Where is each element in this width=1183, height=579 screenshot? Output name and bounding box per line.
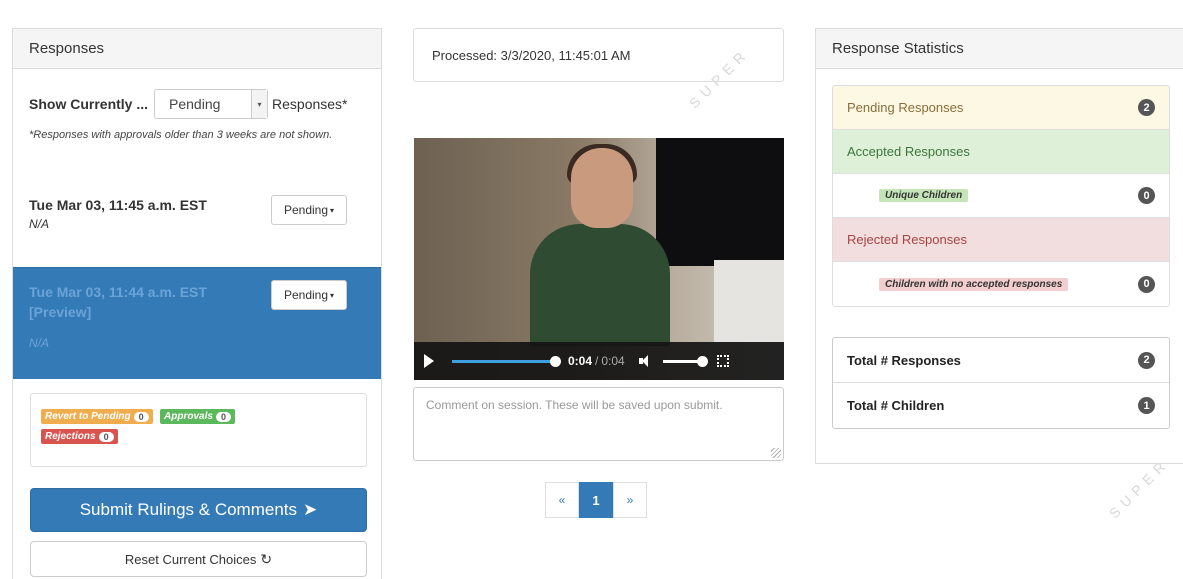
count-badge: 1 (1138, 397, 1155, 414)
comment-placeholder: Comment on session. These will be saved … (426, 398, 723, 412)
ruling-summary: Revert to Pending 0 Approvals 0 Rejections… (30, 393, 367, 467)
reset-choices-button[interactable]: Reset Current Choices ↻ (30, 541, 367, 577)
fullscreen-icon[interactable] (716, 355, 729, 367)
pagination: « 1 » (545, 482, 647, 518)
submit-label: Submit Rulings & Comments (79, 500, 298, 519)
filter-suffix: Responses* (272, 96, 348, 112)
response-date: Tue Mar 03, 11:44 a.m. EST [Preview] (29, 284, 207, 320)
response-list-item-selected[interactable]: Tue Mar 03, 11:44 a.m. EST [Preview] N/A… (13, 267, 381, 379)
total-children: Total # Children 1 (833, 383, 1169, 428)
video-time-separator: / (595, 354, 599, 368)
caret-down-icon: ▾ (330, 205, 335, 215)
session-video-player[interactable]: 0:04 / 0:04 (414, 138, 784, 380)
filter-note: *Responses with approvals older than 3 w… (29, 129, 333, 141)
refresh-icon: ↻ (260, 550, 273, 567)
rejections-tag: Rejections 0 (41, 429, 118, 444)
stat-rejected-responses: Rejected Responses (833, 218, 1169, 262)
response-status-label: Pending (283, 288, 329, 302)
response-statistics-panel: Response Statistics Pending Responses 2 A… (815, 28, 1183, 464)
count-badge: 2 (1138, 99, 1155, 116)
session-comment-textarea[interactable]: Comment on session. These will be saved … (413, 387, 784, 461)
submit-rulings-button[interactable]: Submit Rulings & Comments ➤ (30, 488, 367, 532)
totals-list: Total # Responses 2 Total # Children 1 (832, 337, 1170, 429)
response-status-dropdown[interactable]: Pending ▾ (271, 195, 347, 225)
count-badge: 2 (1138, 351, 1155, 369)
processed-timestamp: Processed: 3/3/2020, 11:45:01 AM (413, 28, 784, 82)
volume-slider[interactable] (662, 355, 708, 367)
count-badge: 0 (1138, 275, 1155, 293)
response-status-dropdown[interactable]: Pending ▾ (271, 280, 347, 310)
response-status-label: Pending (283, 203, 329, 217)
status-filter-value: Pending (169, 96, 221, 112)
stat-unique-children: Unique Children 0 (833, 174, 1169, 218)
stat-children-no-accepted: Children with no accepted responses 0 (833, 262, 1169, 306)
resize-handle-icon[interactable] (771, 448, 781, 458)
response-list-item[interactable]: Tue Mar 03, 11:45 a.m. EST N/A Pending ▾ (13, 183, 381, 267)
volume-icon[interactable] (638, 355, 653, 367)
stat-accepted-responses: Accepted Responses (833, 130, 1169, 174)
chevron-down-icon: ▾ (251, 90, 268, 118)
responses-panel-title: Responses (13, 29, 381, 69)
stat-pending-responses: Pending Responses 2 (833, 86, 1169, 130)
play-icon[interactable] (424, 354, 434, 368)
approvals-tag: Approvals 0 (160, 409, 235, 424)
video-progress-slider[interactable] (452, 355, 561, 367)
responses-panel: Responses Show Currently ... Pending ▾ R… (12, 28, 382, 579)
paper-plane-icon: ➤ (303, 500, 318, 519)
status-filter-select[interactable]: Pending ▾ (154, 89, 269, 119)
total-responses: Total # Responses 2 (833, 338, 1169, 383)
watermark: SUPER (1105, 454, 1173, 522)
reset-label: Reset Current Choices (124, 551, 257, 567)
revert-to-pending-tag: Revert to Pending 0 (41, 409, 153, 424)
page-next-button[interactable]: » (613, 482, 647, 518)
count-badge: 0 (1138, 187, 1155, 204)
statistics-list: Pending Responses 2 Accepted Responses Un… (832, 85, 1170, 307)
statistics-panel-title: Response Statistics (816, 29, 1183, 69)
page-1-button[interactable]: 1 (579, 482, 613, 518)
video-current-time: 0:04 (568, 354, 593, 368)
video-duration: 0:04 (601, 354, 625, 368)
video-controls: 0:04 / 0:04 (414, 342, 784, 380)
filter-label: Show Currently ... (29, 96, 149, 112)
caret-down-icon: ▾ (330, 290, 335, 300)
page-prev-button[interactable]: « (545, 482, 579, 518)
response-note: N/A (29, 336, 50, 350)
response-filter: Show Currently ... Pending ▾ Responses* … (13, 69, 381, 184)
